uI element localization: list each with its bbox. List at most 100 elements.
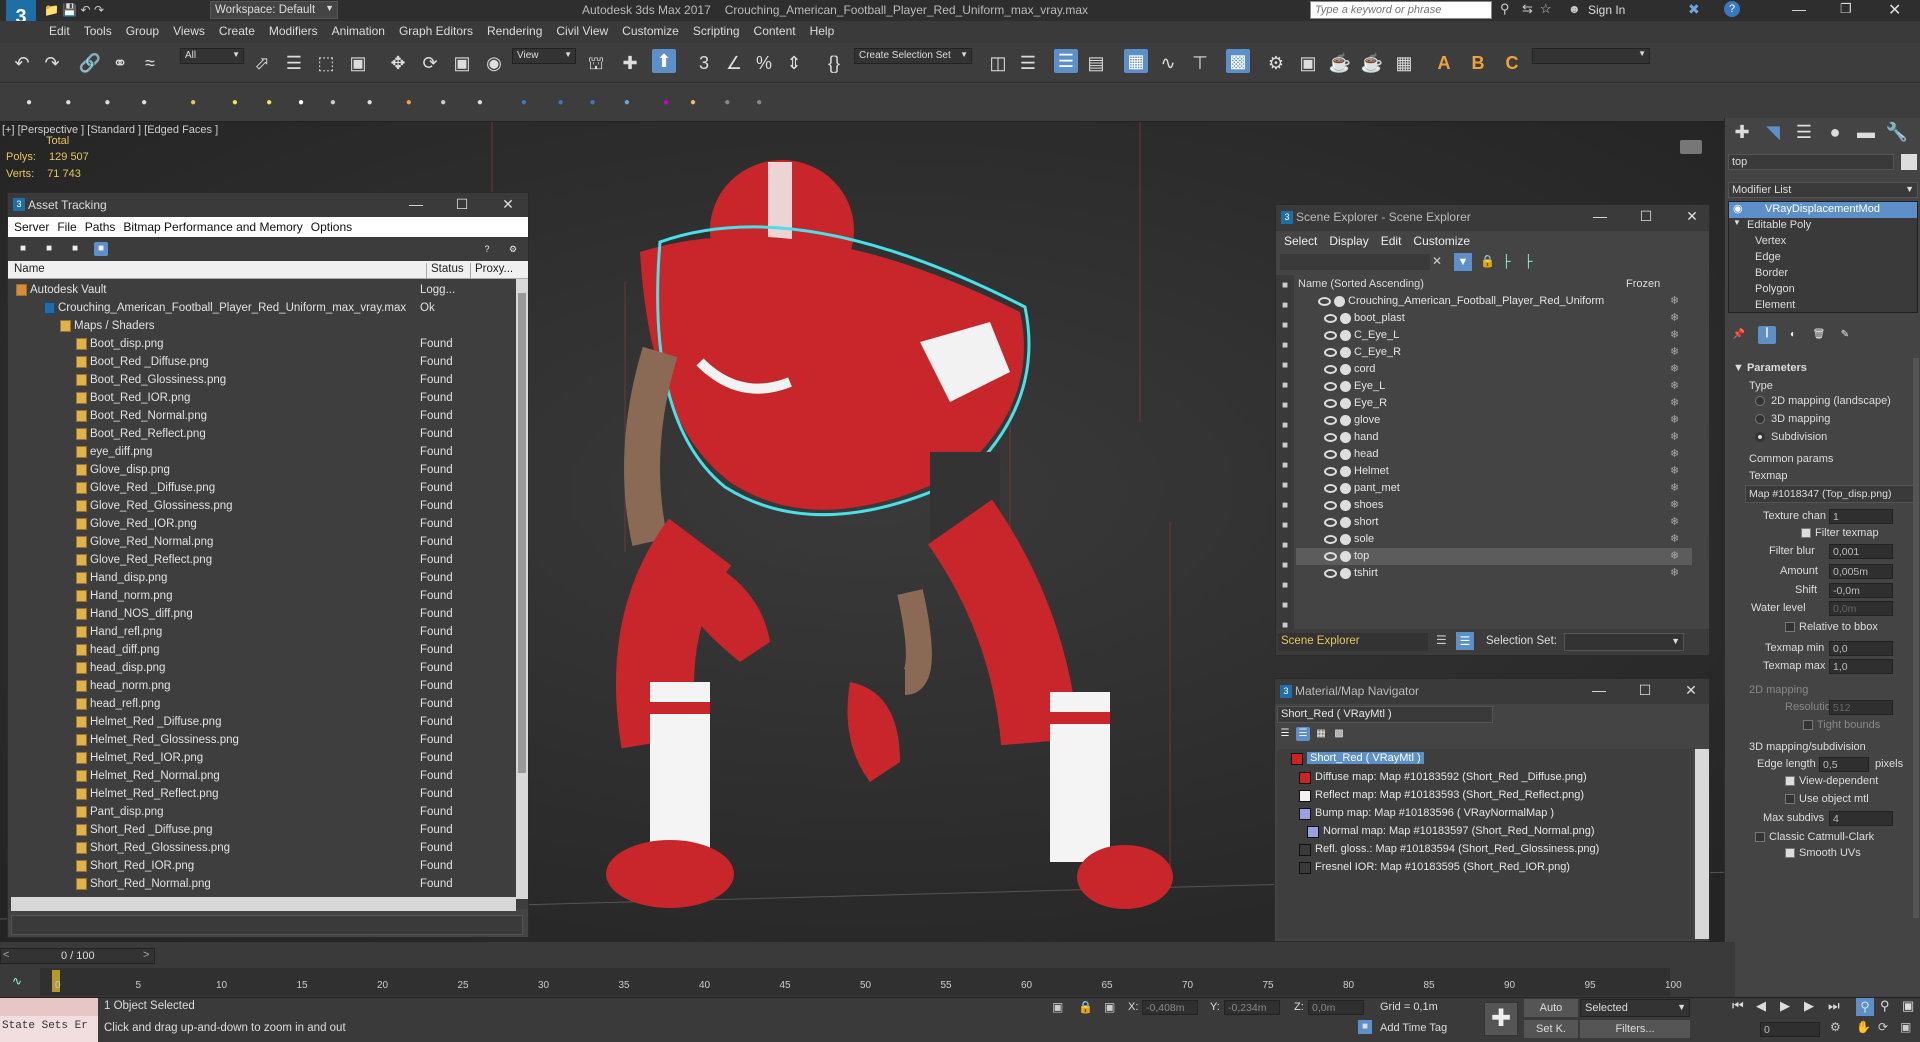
vray-scene-converter-icon[interactable]: ● bbox=[686, 96, 700, 110]
asset-row[interactable]: Hand_refl.png Found bbox=[8, 623, 528, 641]
search-field[interactable] bbox=[1311, 2, 1491, 18]
parameters-title[interactable]: ▼ Parameters bbox=[1733, 362, 1807, 374]
vray-frame-buffer-icon[interactable]: ● bbox=[61, 96, 75, 110]
water-level-spinner[interactable]: 0,0m bbox=[1829, 601, 1893, 616]
modifier-row[interactable]: Element bbox=[1729, 298, 1917, 314]
asset-row[interactable]: head_disp.png Found bbox=[8, 659, 528, 677]
visibility-eye-icon[interactable] bbox=[1324, 535, 1337, 544]
menu-customize[interactable]: Customize bbox=[615, 21, 686, 38]
workspace-dropdown[interactable]: Workspace: Default ▼ bbox=[210, 1, 338, 19]
fov-icon[interactable]: ▣ bbox=[1900, 1020, 1911, 1034]
asset-row[interactable]: Glove_Red_Glossiness.png Found bbox=[8, 497, 528, 515]
scene-filter-icon[interactable]: ■ bbox=[1278, 279, 1292, 293]
layer-stack-icon[interactable]: ☰ bbox=[1436, 633, 1447, 647]
scene-filter-icon[interactable]: ■ bbox=[1278, 539, 1292, 553]
material-tree-scrollbar[interactable] bbox=[1695, 749, 1709, 939]
make-unique-icon[interactable]: ◐ bbox=[1786, 328, 1800, 342]
scene-explorer-name-field[interactable]: Scene Explorer bbox=[1278, 633, 1428, 651]
asset-menu-bitmap-performance-and-memory[interactable]: Bitmap Performance and Memory bbox=[119, 217, 306, 237]
vray-b-icon[interactable]: B bbox=[1466, 51, 1490, 75]
tight-bounds-checkbox[interactable] bbox=[1803, 720, 1813, 730]
column-frozen[interactable]: Frozen bbox=[1626, 278, 1660, 290]
selection-lock-icon[interactable]: 🔒 bbox=[1078, 1000, 1093, 1014]
visibility-eye-icon[interactable] bbox=[1324, 484, 1337, 493]
list-view-icon[interactable]: ☰ bbox=[1278, 727, 1292, 741]
vray-ambient-icon[interactable]: ● bbox=[402, 96, 416, 110]
radio-2d-mapping[interactable] bbox=[1755, 396, 1765, 406]
remove-modifier-icon[interactable]: 🗑 bbox=[1812, 328, 1826, 342]
asset-tracking-titlebar[interactable]: 3 Asset Tracking — ☐ ✕ bbox=[8, 193, 528, 217]
asset-row[interactable]: Short_Red_Glossiness.png Found bbox=[8, 839, 528, 857]
radio-subdivision[interactable] bbox=[1755, 432, 1765, 442]
select-by-name-icon[interactable]: ☰ bbox=[282, 51, 306, 75]
display-bar-icon[interactable]: ● bbox=[22, 96, 36, 110]
scene-filter-icon[interactable]: ■ bbox=[1278, 519, 1292, 533]
go-to-end-icon[interactable]: ⏭ bbox=[1828, 998, 1840, 1014]
vray-light-icon[interactable]: ● bbox=[186, 96, 200, 110]
key-filter-dropdown[interactable]: Selected ▼ bbox=[1580, 999, 1690, 1017]
freeze-icon[interactable]: ❄ bbox=[1670, 344, 1679, 361]
scene-object-row[interactable]: tshirt ❄ bbox=[1296, 565, 1692, 582]
maximize-viewport-icon[interactable]: ▣ bbox=[1902, 998, 1914, 1014]
vray-help-icon[interactable]: ● bbox=[752, 96, 766, 110]
asset-row[interactable]: Glove_Red_IOR.png Found bbox=[8, 515, 528, 533]
link-icon[interactable]: 🔗 bbox=[78, 51, 102, 75]
vray-ies-icon[interactable]: ● bbox=[363, 96, 377, 110]
render-setup-icon[interactable]: ⚙ bbox=[1264, 51, 1288, 75]
select-manipulate-icon[interactable]: ✚ bbox=[618, 51, 642, 75]
list-view-icon[interactable]: ■ bbox=[42, 242, 56, 256]
next-frame-icon[interactable]: > bbox=[143, 949, 149, 961]
create-tab-icon[interactable]: ✚ bbox=[1730, 120, 1754, 144]
prev-frame-icon[interactable]: ◀ bbox=[1756, 998, 1766, 1014]
scene-menu-select[interactable]: Select bbox=[1278, 231, 1323, 251]
freeze-icon[interactable]: ❄ bbox=[1670, 361, 1679, 378]
scene-root-row[interactable]: Crouching_American_Football_Player_Red_U… bbox=[1296, 293, 1692, 310]
render-production-icon[interactable]: ☕ bbox=[1328, 51, 1352, 75]
material-navigator-titlebar[interactable]: 3 Material/Map Navigator — ☐ ✕ bbox=[1275, 679, 1709, 704]
vray-settings-icon[interactable]: ● bbox=[720, 96, 734, 110]
asset-row[interactable]: Glove_disp.png Found bbox=[8, 461, 528, 479]
freeze-icon[interactable]: ❄ bbox=[1670, 412, 1679, 429]
search-icon[interactable]: ⚲ bbox=[1500, 1, 1510, 17]
hierarchy-tab-icon[interactable]: ☰ bbox=[1792, 120, 1816, 144]
table-view-icon[interactable]: ■ bbox=[68, 242, 82, 256]
orbit-icon[interactable]: ⟳ bbox=[1878, 1020, 1888, 1034]
menu-animation[interactable]: Animation bbox=[325, 21, 392, 38]
filter-blur-spinner[interactable]: 0,001 bbox=[1829, 544, 1893, 559]
y-coordinate[interactable]: -0,234m bbox=[1224, 1000, 1280, 1015]
scene-object-row[interactable]: head ❄ bbox=[1296, 446, 1692, 463]
visibility-eye-icon[interactable] bbox=[1324, 348, 1337, 357]
scene-object-row[interactable]: Helmet ❄ bbox=[1296, 463, 1692, 480]
asset-row[interactable]: Boot_Red _Diffuse.png Found bbox=[8, 353, 528, 371]
menu-create[interactable]: Create bbox=[212, 21, 262, 38]
isolate-selection-icon[interactable]: ▣ bbox=[1052, 1000, 1063, 1014]
visibility-eye-icon[interactable] bbox=[1324, 331, 1337, 340]
asset-row[interactable]: eye_diff.png Found bbox=[8, 443, 528, 461]
scroll-thumb[interactable] bbox=[518, 293, 526, 773]
next-frame-icon[interactable]: ▶ bbox=[1804, 998, 1814, 1014]
scene-filter-icon[interactable]: ■ bbox=[1278, 559, 1292, 573]
texmap-min-spinner[interactable]: 0,0 bbox=[1829, 641, 1893, 656]
scene-filter-icon[interactable]: ■ bbox=[1278, 379, 1292, 393]
absolute-mode-icon[interactable]: ▣ bbox=[1104, 1000, 1115, 1014]
freeze-icon[interactable]: ❄ bbox=[1670, 395, 1679, 412]
scene-filter-icon[interactable]: ■ bbox=[1278, 419, 1292, 433]
visibility-eye-icon[interactable] bbox=[1324, 518, 1337, 527]
x-coordinate[interactable]: -0,408m bbox=[1142, 1000, 1198, 1015]
map-row[interactable]: Normal map: Map #10183597 (Short_Red_Nor… bbox=[1307, 825, 1594, 838]
maximize-button[interactable]: ☐ bbox=[440, 195, 484, 215]
menu-help[interactable]: Help bbox=[803, 21, 842, 38]
menu-civil-view[interactable]: Civil View bbox=[549, 21, 615, 38]
scene-object-row[interactable]: pant_met ❄ bbox=[1296, 480, 1692, 497]
asset-row[interactable]: Hand_disp.png Found bbox=[8, 569, 528, 587]
edit-named-sets-icon[interactable]: {} bbox=[822, 51, 846, 75]
snaps-toggle-icon[interactable]: 3 bbox=[692, 51, 716, 75]
select-object-icon[interactable]: ⬀ bbox=[250, 51, 274, 75]
scene-object-row[interactable]: shoes ❄ bbox=[1296, 497, 1692, 514]
selection-set-dropdown[interactable]: ▼ bbox=[1564, 633, 1684, 651]
scale-icon[interactable]: ▣ bbox=[450, 51, 474, 75]
asset-menu-paths[interactable]: Paths bbox=[81, 217, 120, 237]
visibility-eye-icon[interactable] bbox=[1324, 365, 1337, 374]
asset-row[interactable]: Boot_Red_Normal.png Found bbox=[8, 407, 528, 425]
shift-spinner[interactable]: -0,0m bbox=[1829, 583, 1893, 598]
